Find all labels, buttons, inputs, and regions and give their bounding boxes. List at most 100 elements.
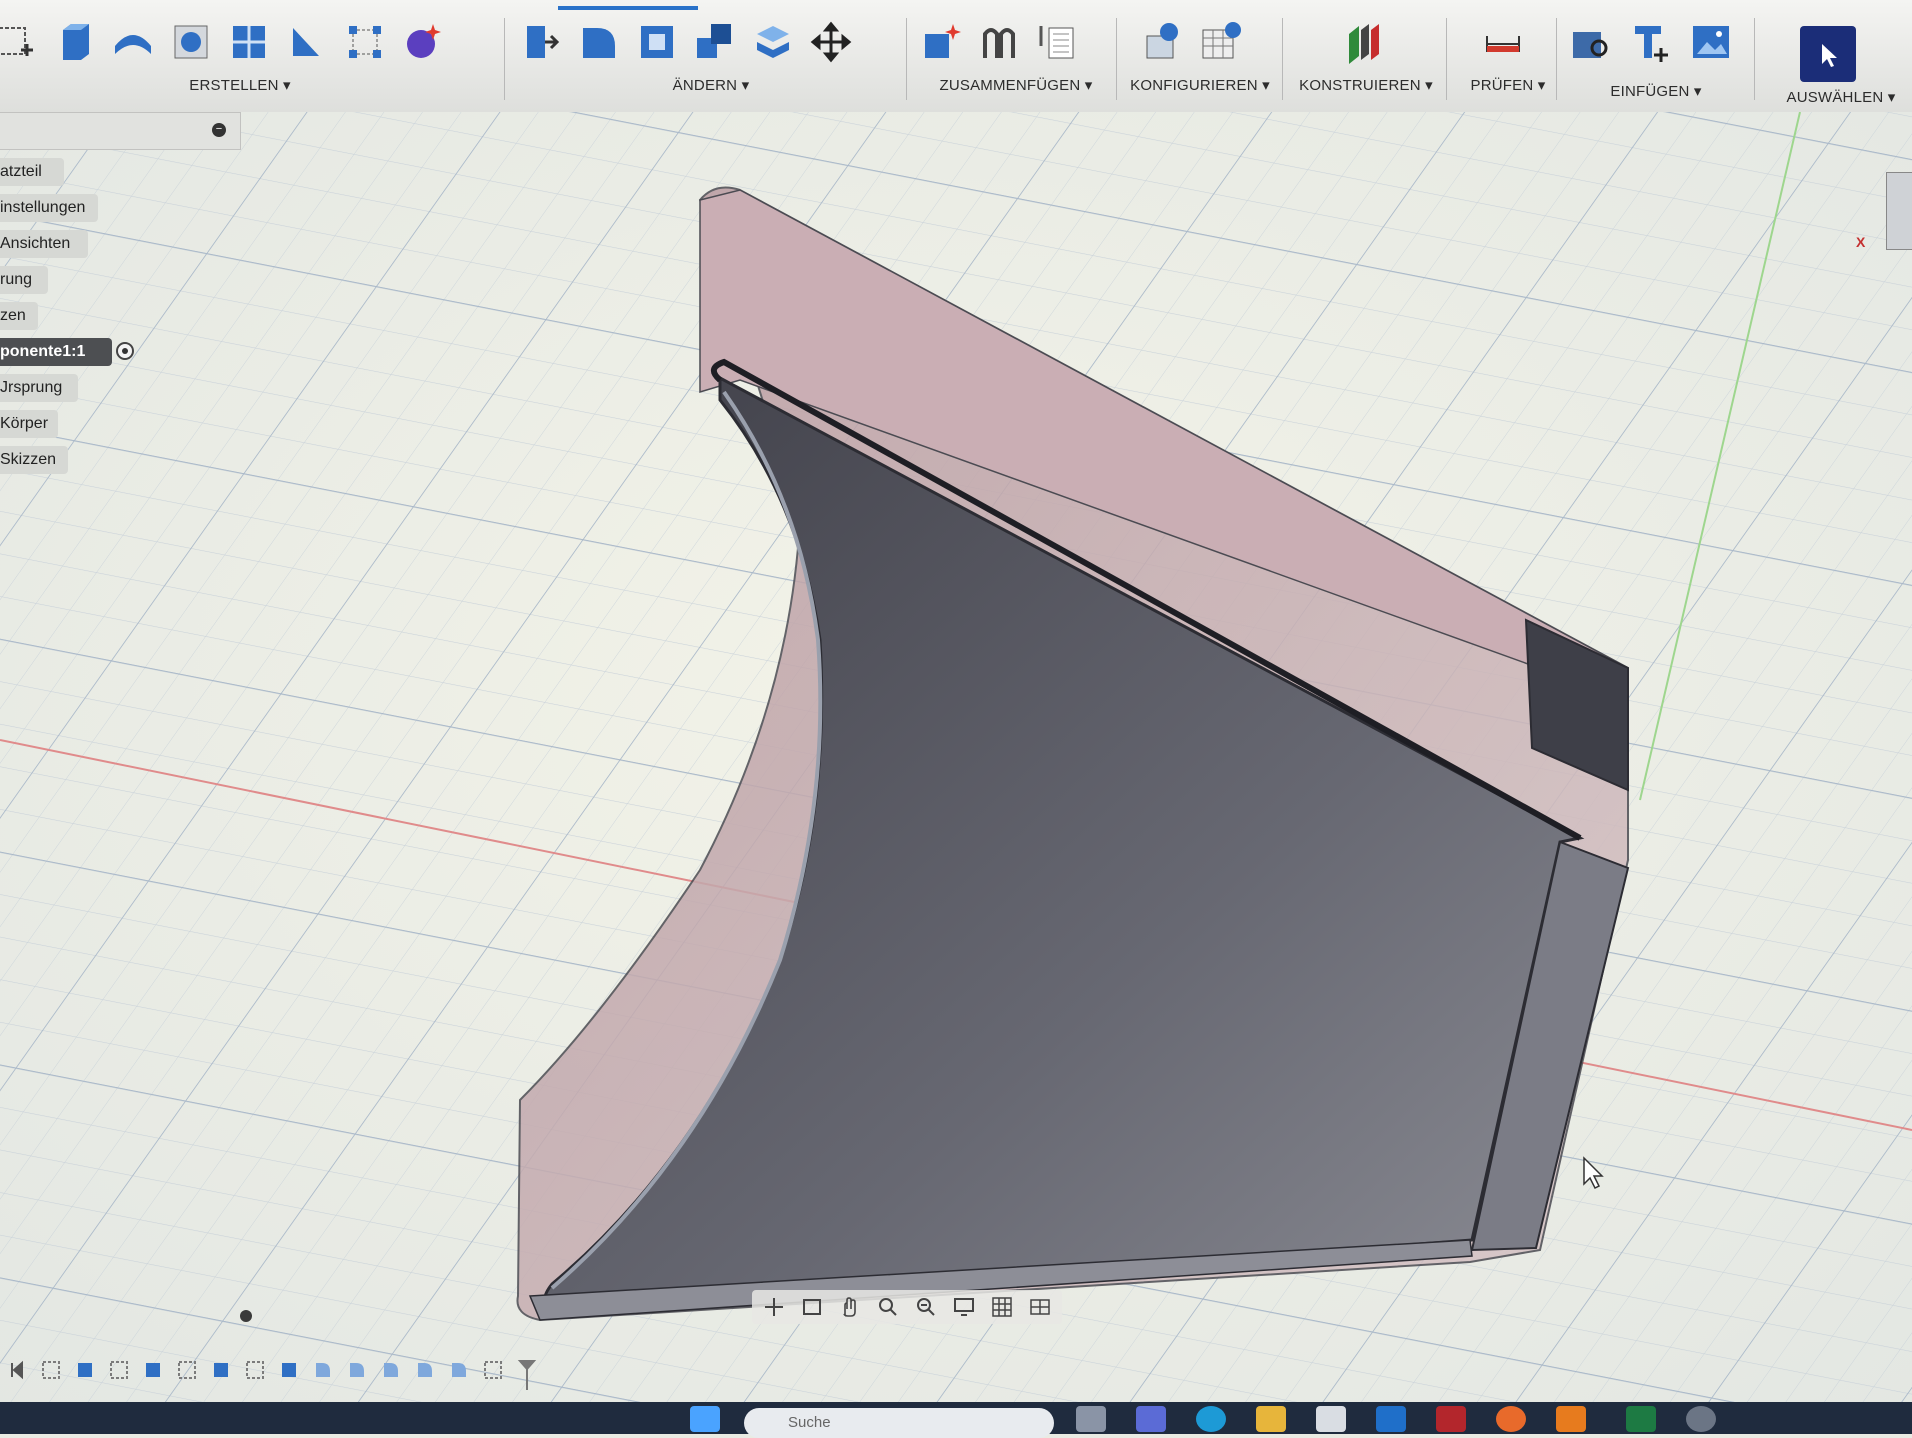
timeline-extrude-icon[interactable] (210, 1359, 232, 1381)
extrude-icon[interactable] (52, 18, 98, 66)
timeline-fillet-icon[interactable] (312, 1359, 334, 1381)
timeline-fillet-icon[interactable] (380, 1359, 402, 1381)
windows-taskbar: Suche (0, 1402, 1912, 1438)
grid-settings-icon[interactable] (988, 1294, 1016, 1320)
group-divider (1282, 18, 1283, 100)
timeline-sketch-icon[interactable] (108, 1359, 130, 1381)
browser-item-component[interactable]: ponente1:1 (0, 338, 112, 366)
browser-item-sketches-root[interactable]: zen (0, 302, 38, 330)
joint-icon[interactable] (976, 18, 1022, 66)
hole-icon[interactable] (168, 18, 214, 66)
erstellen-menu[interactable]: ERSTELLEN ▾ (140, 76, 340, 94)
construct-plane-icon[interactable] (1340, 18, 1386, 66)
timeline-extrude-icon[interactable] (142, 1359, 164, 1381)
outlook-icon[interactable] (1376, 1406, 1406, 1432)
group-erstellen: ERSTELLEN ▾ (0, 0, 500, 112)
insert-derive-icon[interactable] (1568, 18, 1614, 66)
timeline-fillet-icon[interactable] (414, 1359, 436, 1381)
group-zusammenfuegen: ZUSAMMENFÜGEN ▾ (918, 0, 1114, 112)
pruefen-menu[interactable]: PRÜFEN ▾ (1458, 76, 1558, 94)
display-settings-icon[interactable] (950, 1294, 978, 1320)
amazon-icon[interactable] (1316, 1406, 1346, 1432)
konstruieren-menu[interactable]: KONSTRUIEREN ▾ (1286, 76, 1446, 94)
fit-icon[interactable] (912, 1294, 940, 1320)
group-divider (1556, 18, 1557, 100)
zusammenfuegen-menu[interactable]: ZUSAMMENFÜGEN ▾ (918, 76, 1114, 94)
excel-icon[interactable] (1626, 1406, 1656, 1432)
as-built-joint-icon[interactable] (1034, 18, 1080, 66)
teams-icon[interactable] (1136, 1406, 1166, 1432)
viewports-icon[interactable] (1026, 1294, 1054, 1320)
timeline-marker-icon[interactable] (516, 1350, 538, 1390)
create-form-icon[interactable] (400, 18, 446, 66)
configure-parameters-icon[interactable] (1140, 18, 1186, 66)
pattern-icon[interactable] (342, 18, 388, 66)
pan-icon[interactable] (836, 1294, 864, 1320)
konfigurieren-menu[interactable]: KONFIGURIEREN ▾ (1120, 76, 1280, 94)
browser-item-skizzen[interactable]: Skizzen (0, 446, 68, 474)
timeline-fillet-icon[interactable] (346, 1359, 368, 1381)
group-pruefen: PRÜFEN ▾ (1458, 0, 1558, 112)
move-icon[interactable] (808, 18, 854, 66)
shell-icon[interactable] (634, 18, 680, 66)
offset-faces-icon[interactable] (750, 18, 796, 66)
einfuegen-menu[interactable]: EINFÜGEN ▾ (1568, 82, 1744, 100)
insert-canvas-icon[interactable] (1688, 18, 1734, 66)
fillet-icon[interactable] (576, 18, 622, 66)
timeline-fillet-icon[interactable] (448, 1359, 470, 1381)
group-einfuegen: EINFÜGEN ▾ (1568, 0, 1744, 112)
zoom-icon[interactable] (874, 1294, 902, 1320)
browser-header: − (0, 112, 241, 150)
file-explorer-icon[interactable] (1256, 1406, 1286, 1432)
activate-component-radio-icon[interactable] (116, 342, 134, 360)
group-konstruieren: KONSTRUIEREN ▾ (1296, 0, 1436, 112)
timeline-extrude-icon[interactable] (74, 1359, 96, 1381)
group-divider (906, 18, 907, 100)
browser-item-views[interactable]: Ansichten (0, 230, 88, 258)
new-component-icon[interactable] (918, 18, 964, 66)
browser-item-koerper[interactable]: Körper (0, 410, 58, 438)
timeline-sketch-icon[interactable] (176, 1359, 198, 1381)
browser-item-document[interactable]: atzteil (0, 158, 64, 186)
auswaehlen-menu[interactable]: AUSWÄHLEN ▾ (1770, 88, 1912, 106)
browser-item-ursprung[interactable]: Jrsprung (0, 374, 78, 402)
timeline-extrude-icon[interactable] (278, 1359, 300, 1381)
measure-icon[interactable] (1480, 18, 1526, 66)
revolve-icon[interactable] (110, 18, 156, 66)
aendern-menu[interactable]: ÄNDERN ▾ (518, 76, 904, 94)
task-view-icon[interactable] (1076, 1406, 1106, 1432)
navigation-bar (752, 1290, 1062, 1324)
create-sketch-icon[interactable] (0, 18, 40, 66)
web-icon[interactable] (284, 18, 330, 66)
browser-item-origin-root[interactable]: rung (0, 266, 48, 294)
canvas-graphics (0, 111, 1912, 1402)
combine-icon[interactable] (692, 18, 738, 66)
3d-viewport[interactable] (0, 111, 1912, 1402)
insert-mesh-icon[interactable] (1628, 18, 1674, 66)
edge-icon[interactable] (1196, 1406, 1226, 1432)
press-pull-icon[interactable] (518, 18, 564, 66)
group-divider (1116, 18, 1117, 100)
timeline-sketch-icon[interactable] (40, 1359, 62, 1381)
access-icon[interactable] (1436, 1406, 1466, 1432)
viewcube[interactable] (1886, 172, 1912, 250)
settings-gear-icon[interactable] (1686, 1406, 1716, 1432)
orbit-icon[interactable] (760, 1294, 788, 1320)
group-divider (1446, 18, 1447, 100)
select-icon[interactable] (1800, 26, 1856, 82)
group-divider (504, 18, 505, 100)
firefox-icon[interactable] (1496, 1406, 1526, 1432)
rib-box-icon[interactable] (226, 18, 272, 66)
ribbon-toolbar: ERSTELLEN ▾ ÄNDERN ▾ ZUSAMMENFÜGEN ▾ KON… (0, 0, 1912, 113)
browser-item-settings[interactable]: instellungen (0, 194, 98, 222)
group-divider (1754, 18, 1755, 100)
timeline-end-icon[interactable] (6, 1359, 28, 1381)
start-icon[interactable] (690, 1406, 720, 1432)
look-at-icon[interactable] (798, 1294, 826, 1320)
timeline-sketch-icon[interactable] (482, 1359, 504, 1381)
group-aendern: ÄNDERN ▾ (518, 0, 904, 112)
collapse-icon[interactable]: − (212, 123, 226, 137)
timeline-sketch-icon[interactable] (244, 1359, 266, 1381)
fusion-icon[interactable] (1556, 1406, 1586, 1432)
configure-table-icon[interactable] (1198, 18, 1244, 66)
